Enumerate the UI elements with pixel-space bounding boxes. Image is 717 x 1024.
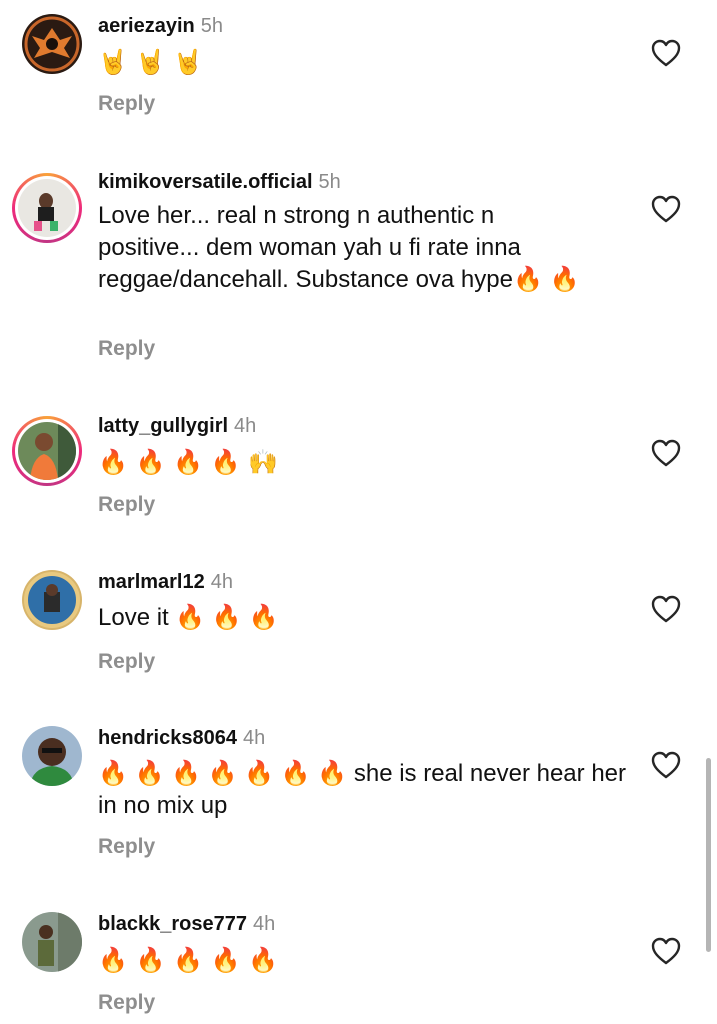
username[interactable]: latty_gullygirl (98, 415, 228, 437)
comment-text: 🤘 🤘 🤘 (98, 48, 203, 76)
heart-outline-icon (651, 195, 681, 223)
like-button[interactable] (650, 194, 682, 224)
heart-outline-icon (651, 439, 681, 467)
comment-meta: hendricks8064 4h (98, 726, 265, 750)
timestamp: 5h (200, 15, 223, 37)
username[interactable]: marlmarl12 (98, 571, 205, 593)
scrollbar[interactable] (706, 758, 711, 952)
avatar[interactable] (22, 570, 82, 630)
username[interactable]: kimikoversatile.official (98, 171, 313, 193)
comment-text: 🔥 🔥 🔥 🔥 🙌 (98, 448, 278, 476)
comment-text: Love her... real n strong n authentic n … (98, 202, 580, 293)
timestamp: 4h (210, 571, 233, 593)
username[interactable]: blackk_rose777 (98, 913, 247, 935)
heart-outline-icon (651, 595, 681, 623)
heart-outline-icon (651, 39, 681, 67)
reply-button[interactable]: Reply (98, 92, 155, 116)
reply-button[interactable]: Reply (98, 337, 155, 361)
avatar[interactable] (12, 416, 82, 486)
comment-text: 🔥 🔥 🔥 🔥 🔥 🔥 🔥 she is real never hear her… (98, 760, 626, 819)
heart-outline-icon (651, 937, 681, 965)
timestamp: 4h (242, 727, 266, 749)
avatar[interactable] (12, 173, 82, 243)
like-button[interactable] (650, 936, 682, 966)
like-button[interactable] (650, 38, 682, 68)
comment-meta: aeriezayin 5h (98, 14, 223, 38)
comment-text: Love it 🔥 🔥 🔥 (98, 604, 279, 631)
username[interactable]: aeriezayin (98, 15, 195, 37)
comment-meta: kimikoversatile.official 5h (98, 170, 341, 194)
avatar[interactable] (22, 14, 82, 74)
reply-button[interactable]: Reply (98, 835, 155, 859)
reply-button[interactable]: Reply (98, 493, 155, 517)
heart-outline-icon (651, 751, 681, 779)
like-button[interactable] (650, 750, 682, 780)
comment-meta: blackk_rose777 4h (98, 912, 275, 936)
timestamp: 4h (234, 415, 257, 437)
comment-meta: latty_gullygirl 4h (98, 414, 256, 438)
avatar[interactable] (22, 912, 82, 972)
username[interactable]: hendricks8064 (98, 727, 237, 749)
comment-meta: marlmarl12 4h (98, 570, 233, 594)
like-button[interactable] (650, 438, 682, 468)
reply-button[interactable]: Reply (98, 991, 155, 1015)
avatar[interactable] (22, 726, 82, 786)
comment-text: 🔥 🔥 🔥 🔥 🔥 (98, 946, 278, 974)
timestamp: 4h (253, 913, 276, 935)
reply-button[interactable]: Reply (98, 650, 155, 674)
like-button[interactable] (650, 594, 682, 624)
timestamp: 5h (318, 171, 341, 193)
